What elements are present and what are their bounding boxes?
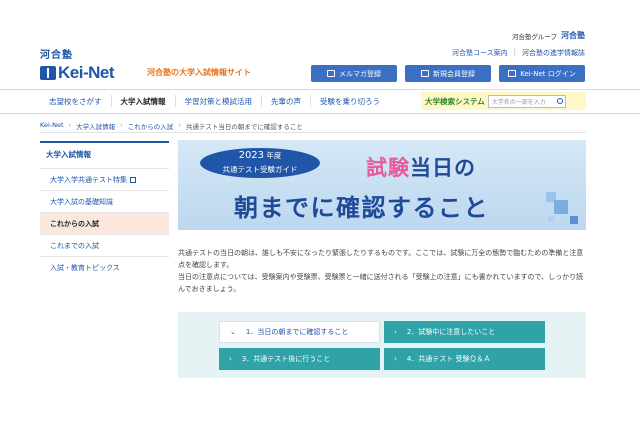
nav-study-exams[interactable]: 学習対策と模試活用 (176, 95, 262, 107)
sidebar-item-label: 大学入学共通テスト特集 (50, 175, 127, 184)
breadcrumb-admission[interactable]: 大学入試情報 (76, 121, 115, 131)
divider (40, 132, 586, 133)
banner-title-line1: 試験当日の (366, 156, 476, 180)
sidebar-item-basics[interactable]: 大学入試の基礎知識 (40, 190, 169, 212)
link-course-guide[interactable]: 河合塾コース案内 (452, 48, 508, 58)
chevron-right-icon: › (68, 121, 72, 129)
header-buttons: メルマガ登録 新規会員登録 Kei-Net ログイン (311, 65, 585, 82)
chevron-right-icon: › (178, 121, 181, 129)
register-label: 新規会員登録 (433, 69, 475, 78)
search-placeholder: 大学名の一部を入力 (491, 98, 546, 106)
search-icon[interactable] (556, 98, 563, 104)
decorative-square (548, 216, 554, 222)
divider: | (513, 48, 516, 56)
mail-icon (327, 70, 335, 77)
table-of-contents: ⌄ 1．当日の朝までに確認すること › 2．試験中に注意したいこと › 3．共通… (178, 312, 586, 378)
kawai-logo-text: 河合塾 (40, 50, 73, 61)
chevron-right-icon: › (394, 328, 397, 336)
sidebar: 大学入試情報 大学入学共通テスト特集 大学入試の基礎知識 これからの入試 これま… (40, 141, 169, 278)
site-logo[interactable]: 河合塾 Kei-Net (40, 46, 115, 83)
newsletter-label: メルマガ登録 (339, 69, 381, 78)
decorative-square (570, 216, 578, 224)
breadcrumb: Kei-Net › 大学入試情報 › これからの入試 › 共通テスト当日の朝まで… (40, 121, 303, 131)
page-banner: 2023 年度 共通テスト受験ガイド 試験当日の 朝までに確認すること (178, 140, 586, 230)
external-link-icon (130, 176, 136, 183)
group-brand-logo[interactable]: 河合塾 (561, 30, 585, 41)
divider (0, 113, 640, 114)
banner-guide: 共通テスト受験ガイド (222, 165, 298, 174)
toc-label: 4．共通テスト 受験Ｑ＆Ａ (406, 355, 491, 363)
sidebar-item-past-exams[interactable]: これまでの入試 (40, 234, 169, 256)
book-icon (40, 66, 56, 80)
chevron-down-icon: ⌄ (230, 328, 236, 336)
register-button[interactable]: 新規会員登録 (405, 65, 491, 82)
search-system-label[interactable]: 大学検索システム (425, 96, 485, 107)
keinet-logo-text: Kei-Net (58, 63, 115, 82)
group-bar: 河合塾グループ 河合塾 (512, 30, 585, 41)
chevron-right-icon: › (229, 355, 232, 363)
newsletter-button[interactable]: メルマガ登録 (311, 65, 397, 82)
chevron-right-icon: › (120, 121, 123, 129)
banner-title-line2: 朝までに確認すること (234, 194, 489, 222)
university-search: 大学検索システム 大学名の一部を入力 (421, 92, 586, 110)
intro-paragraph-1: 共通テストの当日の朝は、誰しも不安になったり緊張したりするものです。ここでは、試… (178, 249, 584, 269)
login-button[interactable]: Kei-Net ログイン (499, 65, 585, 82)
toc-item-4[interactable]: › 4．共通テスト 受験Ｑ＆Ａ (384, 348, 545, 370)
login-label: Kei-Net ログイン (520, 69, 576, 78)
nav-admission-info[interactable]: 大学入試情報 (112, 95, 176, 107)
group-prefix: 河合塾グループ (511, 32, 557, 41)
link-magazine[interactable]: 河合塾の進学情報誌 (522, 48, 585, 58)
toc-label: 3．共通テスト後に行うこと (241, 355, 331, 363)
breadcrumb-home[interactable]: Kei-Net (40, 121, 64, 131)
toc-item-2[interactable]: › 2．試験中に注意したいこと (384, 321, 545, 343)
chevron-right-icon: › (394, 355, 397, 363)
banner-year: 2023 年度 (238, 150, 282, 161)
intro-text: 共通テストの当日の朝は、誰しも不安になったり緊張したりするものです。ここでは、試… (178, 247, 586, 295)
nav-seniors-voice[interactable]: 先輩の声 (262, 95, 311, 107)
toc-label: 1．当日の朝までに確認すること (245, 328, 349, 336)
login-icon (508, 70, 517, 77)
sidebar-heading[interactable]: 大学入試情報 (40, 141, 169, 168)
sidebar-item-future-exams[interactable]: これからの入試 (40, 212, 169, 234)
decorative-square (554, 200, 568, 214)
breadcrumb-future-exams[interactable]: これからの入試 (128, 121, 174, 131)
top-links: 河合塾コース案内 | 河合塾の進学情報誌 (452, 48, 585, 58)
nav-get-through[interactable]: 受験を乗り切ろう (311, 95, 389, 107)
sidebar-item-common-test[interactable]: 大学入学共通テスト特集 (40, 168, 169, 190)
user-icon (421, 70, 429, 77)
toc-item-1[interactable]: ⌄ 1．当日の朝までに確認すること (219, 321, 380, 343)
intro-paragraph-2: 当日の注意点については、受験案内や受験票、受験票と一緒に送付される「受験上の注意… (178, 273, 584, 293)
sidebar-item-topics[interactable]: 入試・教育トピックス (40, 256, 169, 278)
toc-item-3[interactable]: › 3．共通テスト後に行うこと (219, 348, 380, 370)
nav-find-school[interactable]: 志望校をさがす (40, 95, 112, 107)
search-input[interactable]: 大学名の一部を入力 (487, 94, 566, 108)
toc-label: 2．試験中に注意したいこと (406, 328, 496, 336)
breadcrumb-current: 共通テスト当日の朝までに確認すること (185, 123, 303, 131)
site-tagline: 河合塾の大学入試情報サイト (147, 68, 251, 77)
main-nav: 志望校をさがす 大学入試情報 学習対策と模試活用 先輩の声 受験を乗り切ろう (40, 90, 389, 112)
